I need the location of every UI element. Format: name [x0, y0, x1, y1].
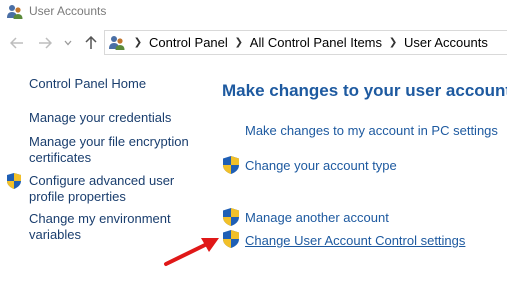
- sidebar-link-credentials[interactable]: Manage your credentials: [29, 110, 171, 126]
- arrow-left-icon: [10, 37, 23, 49]
- chevron-right-icon[interactable]: ❯: [233, 37, 245, 48]
- arrow-right-icon: [39, 37, 52, 49]
- pc-settings-link[interactable]: Make changes to my account in PC setting…: [245, 123, 498, 138]
- sidebar-link-environment-line1[interactable]: Change my environment: [29, 211, 171, 227]
- users-icon: [109, 35, 125, 50]
- sidebar-link-profile-line2[interactable]: profile properties: [29, 189, 126, 205]
- manage-another-account-link[interactable]: Manage another account: [245, 210, 389, 225]
- title-bar: User Accounts: [0, 0, 507, 26]
- chevron-right-icon[interactable]: ❯: [132, 37, 144, 48]
- address-bar[interactable]: ❯ Control Panel ❯ All Control Panel Item…: [104, 30, 507, 55]
- chevron-right-icon[interactable]: ❯: [387, 37, 399, 48]
- forward-button[interactable]: [36, 34, 54, 52]
- sidebar-link-encryption-line2[interactable]: certificates: [29, 150, 91, 166]
- sidebar-link-environment-line2[interactable]: variables: [29, 227, 81, 243]
- account-type-link[interactable]: Change your account type: [245, 158, 397, 173]
- sidebar-link-encryption-line1[interactable]: Manage your file encryption: [29, 134, 189, 150]
- recent-locations-button[interactable]: [62, 34, 74, 52]
- breadcrumb-user-accounts[interactable]: User Accounts: [399, 35, 493, 50]
- sidebar-link-control-panel-home[interactable]: Control Panel Home: [29, 76, 146, 92]
- sidebar-link-profile-line1[interactable]: Configure advanced user: [29, 173, 174, 189]
- shield-icon: [223, 230, 239, 248]
- breadcrumb-control-panel[interactable]: Control Panel: [144, 35, 233, 50]
- page-title: Make changes to your user account: [222, 81, 507, 100]
- red-arrow-icon: [164, 238, 219, 266]
- up-button[interactable]: [82, 34, 100, 52]
- uac-settings-link[interactable]: Change User Account Control settings: [245, 233, 465, 248]
- window-title: User Accounts: [29, 4, 107, 18]
- breadcrumb-all-items[interactable]: All Control Panel Items: [245, 35, 387, 50]
- shield-icon: [7, 173, 21, 189]
- shield-icon: [223, 156, 239, 174]
- navigation-bar: ❯ Control Panel ❯ All Control Panel Item…: [0, 28, 507, 58]
- shield-icon: [223, 208, 239, 226]
- chevron-down-icon: [64, 40, 72, 46]
- users-icon: [7, 5, 23, 19]
- back-button[interactable]: [8, 34, 26, 52]
- arrow-up-icon: [85, 36, 97, 49]
